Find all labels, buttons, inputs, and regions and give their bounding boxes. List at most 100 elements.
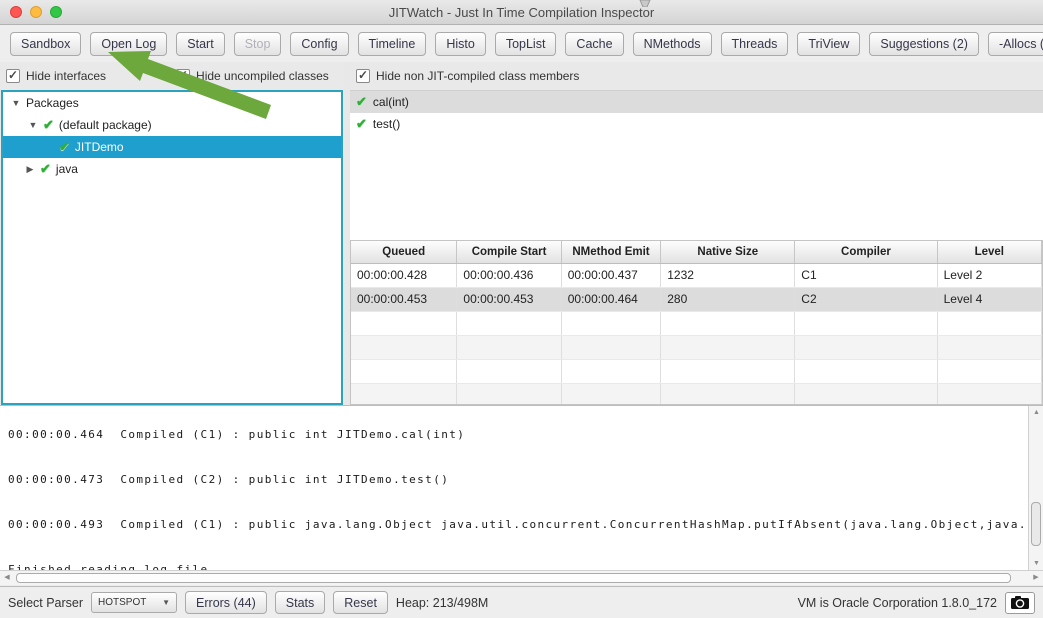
log-line: 00:00:00.473 Compiled (C2) : public int … — [8, 472, 1027, 487]
column-header-queued[interactable]: Queued — [351, 241, 457, 263]
cell-nmethod-emit: 00:00:00.464 — [562, 288, 662, 311]
empty-table-row — [351, 336, 1042, 360]
column-header-level[interactable]: Level — [938, 241, 1042, 263]
window-controls — [10, 6, 62, 18]
table-row[interactable]: 00:00:00.428 00:00:00.436 00:00:00.437 1… — [351, 264, 1042, 288]
timeline-button[interactable]: Timeline — [358, 32, 427, 56]
log-text: 00:00:00.464 Compiled (C1) : public int … — [0, 406, 1027, 570]
main-toolbar: Sandbox Open Log Start Stop Config Timel… — [0, 25, 1043, 62]
package-panel: Hide interfaces Hide uncompiled classes … — [0, 62, 344, 405]
scroll-up-icon[interactable]: ▲ — [1029, 406, 1043, 419]
cache-button[interactable]: Cache — [565, 32, 623, 56]
empty-table-row — [351, 384, 1042, 405]
log-line: 00:00:00.493 Compiled (C1) : public java… — [8, 517, 1027, 532]
threads-button[interactable]: Threads — [721, 32, 789, 56]
chevron-down-icon[interactable]: ▼ — [11, 98, 21, 108]
column-header-nmethod-emit[interactable]: NMethod Emit — [562, 241, 662, 263]
start-button[interactable]: Start — [176, 32, 224, 56]
log-vertical-scrollbar[interactable]: ▲ ▼ — [1028, 406, 1043, 570]
zoom-window-button[interactable] — [50, 6, 62, 18]
config-button[interactable]: Config — [290, 32, 348, 56]
member-label: test() — [373, 117, 400, 131]
compiled-check-icon: ✔ — [40, 161, 51, 177]
empty-table-row — [351, 312, 1042, 336]
scroll-left-icon[interactable]: ◀ — [0, 571, 14, 586]
screenshot-button[interactable] — [1005, 592, 1035, 614]
vertical-scroll-thumb[interactable] — [1031, 502, 1041, 546]
parser-dropdown[interactable]: HOTSPOT ▼ — [91, 592, 177, 613]
cell-queued: 00:00:00.453 — [351, 288, 457, 311]
triview-button[interactable]: TriView — [797, 32, 860, 56]
cell-level: Level 4 — [938, 288, 1042, 311]
chevron-right-icon[interactable]: ▶ — [25, 164, 35, 175]
member-item-test[interactable]: ✔ test() — [350, 113, 1043, 135]
cell-compiler: C2 — [795, 288, 937, 311]
hide-interfaces-checkbox[interactable] — [6, 69, 20, 83]
stop-button: Stop — [234, 32, 282, 56]
reset-button[interactable]: Reset — [333, 591, 388, 614]
tree-item-label: java — [56, 162, 78, 176]
log-output-area[interactable]: 00:00:00.464 Compiled (C1) : public int … — [0, 405, 1043, 570]
close-window-button[interactable] — [10, 6, 22, 18]
empty-table-row — [351, 360, 1042, 384]
tree-item-packages[interactable]: ▼ Packages — [3, 92, 341, 114]
class-member-panel: Hide non JIT-compiled class members ✔ ca… — [350, 62, 1043, 405]
sandbox-button[interactable]: Sandbox — [10, 32, 81, 56]
column-header-compile-start[interactable]: Compile Start — [457, 241, 561, 263]
chevron-down-icon: ▼ — [162, 598, 170, 607]
tree-item-label: Packages — [26, 96, 79, 110]
column-header-compiler[interactable]: Compiler — [795, 241, 937, 263]
compiled-check-icon: ✔ — [356, 94, 367, 110]
member-filter-bar: Hide non JIT-compiled class members — [350, 62, 1043, 90]
cell-nmethod-emit: 00:00:00.437 — [562, 264, 662, 287]
tree-item-java[interactable]: ▶ ✔ java — [3, 158, 341, 180]
hide-uncompiled-checkbox[interactable] — [176, 69, 190, 83]
toplist-button[interactable]: TopList — [495, 32, 557, 56]
column-header-native-size[interactable]: Native Size — [661, 241, 795, 263]
tree-item-jitdemo[interactable]: ✔ JITDemo — [3, 136, 341, 158]
jitwatch-window: JITWatch - Just In Time Compilation Insp… — [0, 0, 1043, 618]
scroll-down-icon[interactable]: ▼ — [1029, 557, 1043, 570]
cell-compiler: C1 — [795, 264, 937, 287]
cell-compile-start: 00:00:00.453 — [457, 288, 561, 311]
main-content: Hide interfaces Hide uncompiled classes … — [0, 62, 1043, 405]
chevron-down-icon[interactable]: ▼ — [28, 120, 38, 130]
title-bar: JITWatch - Just In Time Compilation Insp… — [0, 0, 1043, 25]
hide-non-jit-checkbox[interactable] — [356, 69, 370, 83]
stats-button[interactable]: Stats — [275, 591, 326, 614]
tree-item-label: JITDemo — [75, 140, 124, 154]
open-log-button[interactable]: Open Log — [90, 32, 167, 56]
vm-info: VM is Oracle Corporation 1.8.0_172 — [798, 596, 997, 610]
scroll-right-icon[interactable]: ▶ — [1029, 571, 1043, 586]
cursor-artifact — [639, 0, 651, 7]
tree-item-default-package[interactable]: ▼ ✔ (default package) — [3, 114, 341, 136]
member-label: cal(int) — [373, 95, 409, 109]
status-bar: Select Parser HOTSPOT ▼ Errors (44) Stat… — [0, 586, 1043, 618]
cell-native-size: 1232 — [661, 264, 795, 287]
cell-level: Level 2 — [938, 264, 1042, 287]
hide-non-jit-label: Hide non JIT-compiled class members — [376, 69, 579, 83]
suggestions-button[interactable]: Suggestions (2) — [869, 32, 979, 56]
allocs-button[interactable]: -Allocs (2) — [988, 32, 1043, 56]
hide-uncompiled-label: Hide uncompiled classes — [196, 69, 329, 83]
nmethods-button[interactable]: NMethods — [633, 32, 712, 56]
parser-value: HOTSPOT — [98, 597, 146, 608]
log-horizontal-scrollbar[interactable]: ◀ ▶ — [0, 570, 1043, 585]
cell-native-size: 280 — [661, 288, 795, 311]
errors-button[interactable]: Errors (44) — [185, 591, 267, 614]
log-line-clipped: 00:00:00.464 Compiled (C1) : public int … — [8, 427, 1027, 442]
table-row[interactable]: 00:00:00.453 00:00:00.453 00:00:00.464 2… — [351, 288, 1042, 312]
hide-interfaces-label: Hide interfaces — [26, 69, 106, 83]
horizontal-scroll-thumb[interactable] — [16, 573, 1011, 583]
member-list: ✔ cal(int) ✔ test() — [350, 90, 1043, 240]
minimize-window-button[interactable] — [30, 6, 42, 18]
compiled-check-icon: ✔ — [43, 117, 54, 133]
table-body: 00:00:00.428 00:00:00.436 00:00:00.437 1… — [351, 264, 1042, 405]
camera-icon — [1011, 596, 1029, 609]
table-header-row: Queued Compile Start NMethod Emit Native… — [351, 241, 1042, 264]
cell-queued: 00:00:00.428 — [351, 264, 457, 287]
package-tree: ▼ Packages ▼ ✔ (default package) ✔ JITDe… — [1, 90, 343, 405]
member-item-cal[interactable]: ✔ cal(int) — [350, 91, 1043, 113]
histo-button[interactable]: Histo — [435, 32, 485, 56]
compilation-table: Queued Compile Start NMethod Emit Native… — [350, 240, 1043, 405]
